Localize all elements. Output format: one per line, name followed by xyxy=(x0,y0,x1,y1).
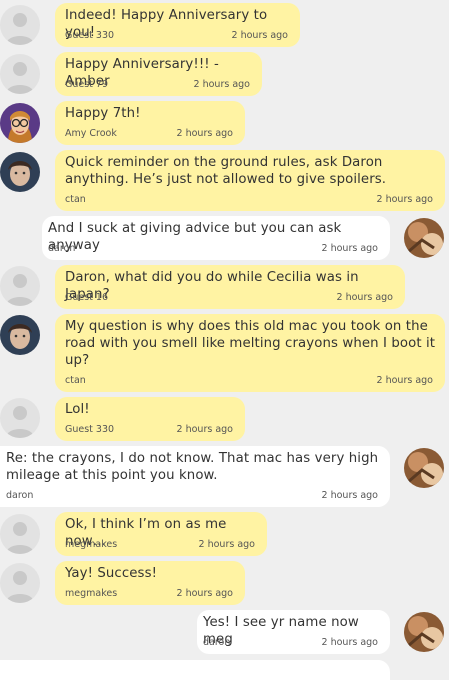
message-time: 2 hours ago xyxy=(193,79,250,90)
guest-silhouette-icon[interactable] xyxy=(0,5,40,45)
ctan-photo-avatar[interactable] xyxy=(0,152,40,192)
amy-cartoon-avatar[interactable] xyxy=(0,103,40,143)
message-time: 2 hours ago xyxy=(231,30,288,41)
message-bubble: And I suck at giving advice but you can … xyxy=(42,216,390,260)
message-author[interactable]: ctan xyxy=(65,194,86,205)
message-bubble: Yes! I see yr name now meg daron 2 hours… xyxy=(197,610,390,654)
guest-silhouette-icon[interactable] xyxy=(0,514,40,554)
message-bubble: My question is why does this old mac you… xyxy=(55,314,445,392)
message-time: 2 hours ago xyxy=(176,128,233,139)
message-bubble: Indeed! Happy Anniversary to you! Guest … xyxy=(55,3,300,47)
message-author[interactable]: ctan xyxy=(65,375,86,386)
ctan-photo-avatar[interactable] xyxy=(0,315,40,355)
message-bubble: Lol! Guest 330 2 hours ago xyxy=(55,397,245,441)
message-bubble: Happy 7th! Amy Crook 2 hours ago xyxy=(55,101,245,145)
message-text: Quick reminder on the ground rules, ask … xyxy=(65,155,387,187)
message-time: 2 hours ago xyxy=(198,539,255,550)
message-meta: ctan 2 hours ago xyxy=(65,375,433,389)
guest-silhouette-icon[interactable] xyxy=(0,563,40,603)
message-time: 2 hours ago xyxy=(321,243,378,254)
message-bubble: Daron, what did you do while Cecilia was… xyxy=(55,265,405,309)
guest-silhouette-icon[interactable] xyxy=(0,54,40,94)
daron-photo-avatar[interactable] xyxy=(404,218,444,258)
message-meta: daron 2 hours ago xyxy=(48,243,378,257)
message-meta: megmakes 2 hours ago xyxy=(65,539,255,553)
message-time: 2 hours ago xyxy=(321,637,378,648)
chat-transcript: Indeed! Happy Anniversary to you! Guest … xyxy=(0,0,449,680)
next-message-bubble xyxy=(0,660,390,680)
message-text: Lol! xyxy=(65,402,90,417)
message-author[interactable]: daron xyxy=(48,243,75,254)
message-meta: Guest 16 2 hours ago xyxy=(65,292,393,306)
message-meta: megmakes 2 hours ago xyxy=(65,588,233,602)
message-time: 2 hours ago xyxy=(176,588,233,599)
message-author[interactable]: Guest 79 xyxy=(65,79,108,90)
message-meta: daron 2 hours ago xyxy=(203,637,378,651)
message-author[interactable]: Guest 330 xyxy=(65,30,114,41)
message-meta: Guest 330 2 hours ago xyxy=(65,30,288,44)
message-author[interactable]: daron xyxy=(203,637,230,648)
message-text: Re: the crayons, I do not know. That mac… xyxy=(6,451,379,483)
message-author[interactable]: daron xyxy=(6,490,33,501)
message-meta: Amy Crook 2 hours ago xyxy=(65,128,233,142)
message-bubble: Quick reminder on the ground rules, ask … xyxy=(55,150,445,211)
message-meta: ctan 2 hours ago xyxy=(65,194,433,208)
message-text: My question is why does this old mac you… xyxy=(65,319,436,368)
message-bubble: Re: the crayons, I do not know. That mac… xyxy=(0,446,390,507)
message-time: 2 hours ago xyxy=(376,194,433,205)
message-author[interactable]: megmakes xyxy=(65,588,117,599)
message-text: Yay! Success! xyxy=(65,566,158,581)
message-meta: daron 2 hours ago xyxy=(6,490,378,504)
daron-photo-avatar[interactable] xyxy=(404,448,444,488)
message-bubble: Yay! Success! megmakes 2 hours ago xyxy=(55,561,245,605)
guest-silhouette-icon[interactable] xyxy=(0,266,40,306)
daron-photo-avatar[interactable] xyxy=(404,612,444,652)
message-meta: Guest 330 2 hours ago xyxy=(65,424,233,438)
message-time: 2 hours ago xyxy=(321,490,378,501)
message-time: 2 hours ago xyxy=(336,292,393,303)
message-author[interactable]: Amy Crook xyxy=(65,128,117,139)
guest-silhouette-icon[interactable] xyxy=(0,398,40,438)
message-meta: Guest 79 2 hours ago xyxy=(65,79,250,93)
message-author[interactable]: Guest 330 xyxy=(65,424,114,435)
message-text: Happy 7th! xyxy=(65,106,141,121)
message-author[interactable]: Guest 16 xyxy=(65,292,108,303)
message-time: 2 hours ago xyxy=(376,375,433,386)
message-bubble: Ok, I think I’m on as me now… megmakes 2… xyxy=(55,512,267,556)
message-bubble: Happy Anniversary!!! -Amber Guest 79 2 h… xyxy=(55,52,262,96)
message-time: 2 hours ago xyxy=(176,424,233,435)
message-author[interactable]: megmakes xyxy=(65,539,117,550)
